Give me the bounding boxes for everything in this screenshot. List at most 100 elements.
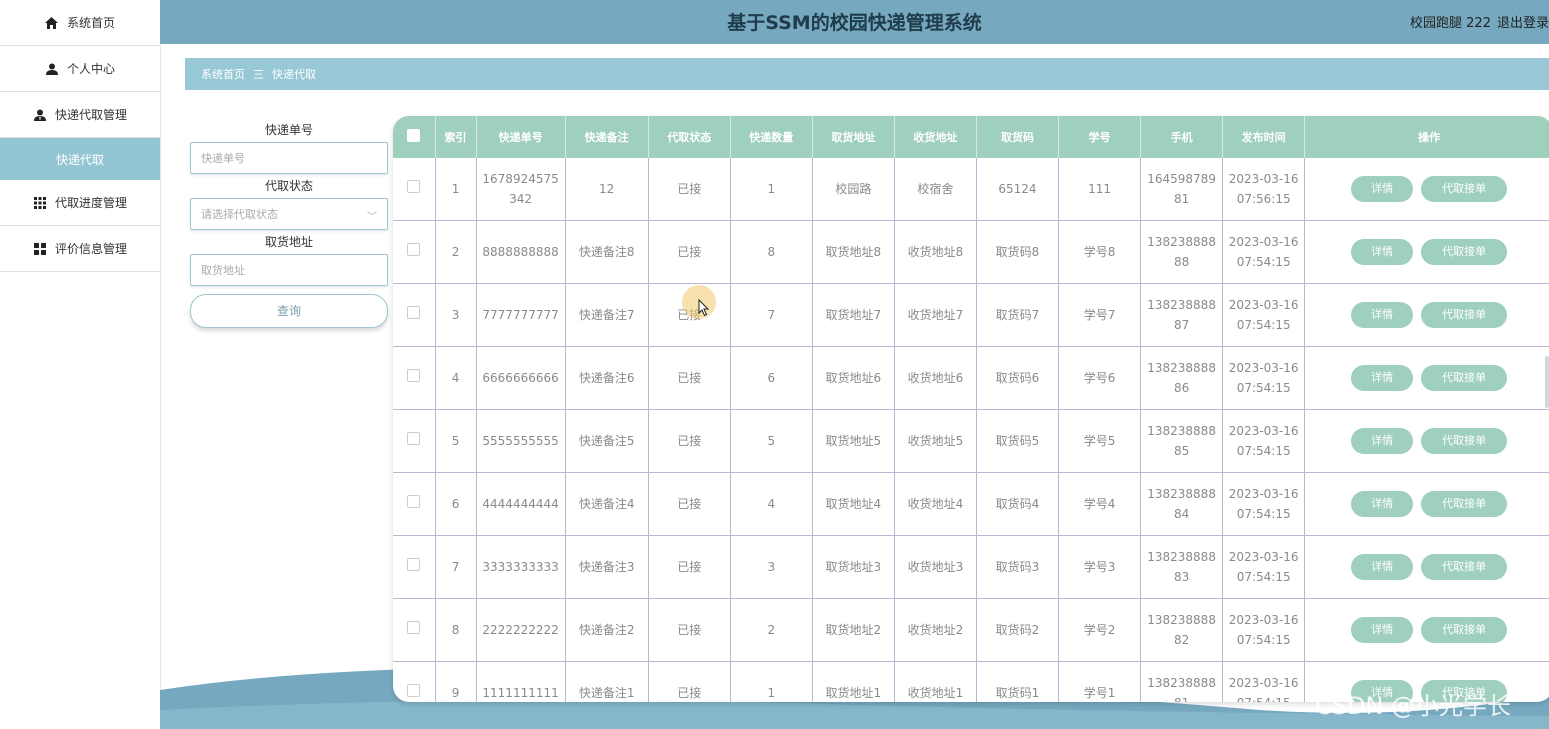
take-order-button[interactable]: 代取接单: [1421, 617, 1508, 643]
select-all-cell[interactable]: [393, 116, 436, 158]
quantity-cell: 2: [730, 598, 813, 662]
actions-cell: 详情 代取接单: [1304, 346, 1549, 410]
watermark-text: CSDN @小光学长: [1315, 692, 1512, 720]
sidebar-item-label: 快递代取管理: [54, 108, 127, 122]
take-order-button[interactable]: 代取接单: [1421, 554, 1508, 580]
home-icon: [45, 16, 59, 30]
tiles-icon: [33, 242, 47, 256]
phone-cell: 138238888 82: [1140, 598, 1224, 662]
pickup-code-cell: 取货码8: [976, 220, 1060, 284]
row-checkbox[interactable]: [407, 432, 421, 445]
actions-cell: 详情 代取接单: [1304, 472, 1549, 536]
phone-number-cont: 86: [1173, 381, 1190, 395]
publish-time-cell: 2023-03-16 07:54:15: [1222, 535, 1306, 599]
publish-time-cell: 2023-03-16 07:54:15: [1222, 283, 1306, 347]
detail-button[interactable]: 详情: [1351, 302, 1414, 328]
tracking-number: 2222222222: [482, 623, 559, 637]
query-button[interactable]: 查询: [190, 294, 388, 328]
row-select-cell[interactable]: [393, 220, 436, 284]
column-header: 索引: [435, 116, 477, 158]
table-row: 6 4444444444 快递备注4 已接 4 取货地址4 收货地址4 取货码4 学号4 1382…: [393, 472, 1549, 536]
phone-number-cont: 88: [1173, 255, 1190, 269]
row-select-cell[interactable]: [393, 661, 436, 702]
note-cell: 快递备注3: [565, 535, 649, 599]
detail-button[interactable]: 详情: [1351, 491, 1414, 517]
quantity-cell: 3: [730, 535, 813, 599]
sidebar-item-label: 评价信息管理: [54, 242, 127, 256]
row-checkbox[interactable]: [407, 558, 421, 571]
index-cell: 8: [435, 598, 477, 662]
detail-button[interactable]: 详情: [1351, 617, 1414, 643]
mouse-pointer-icon: [698, 299, 710, 317]
index-cell: 6: [435, 472, 477, 536]
detail-button[interactable]: 详情: [1351, 428, 1414, 454]
row-checkbox[interactable]: [407, 243, 421, 256]
status-cell: 已接: [648, 598, 731, 662]
row-checkbox[interactable]: [407, 306, 421, 319]
row-select-cell[interactable]: [393, 472, 436, 536]
row-checkbox[interactable]: [407, 180, 421, 193]
sidebar-item-profile[interactable]: 个人中心: [0, 46, 160, 92]
take-order-button[interactable]: 代取接单: [1421, 302, 1508, 328]
sidebar-item-label: 代取进度管理: [54, 196, 127, 210]
take-order-button[interactable]: 代取接单: [1421, 176, 1508, 202]
tracking-label: 快递单号: [264, 123, 313, 137]
pickup-address-cell: 取货地址3: [812, 535, 895, 599]
take-order-button[interactable]: 代取接单: [1421, 491, 1508, 517]
phone-number-cont: 81: [1174, 696, 1189, 702]
logout-link[interactable]: 退出登录: [1497, 16, 1549, 31]
pickup-code-cell: 取货码6: [976, 346, 1060, 410]
scrollbar[interactable]: [1545, 356, 1549, 408]
status-select[interactable]: 请选择代取状态 ﹀: [190, 198, 388, 230]
breadcrumb-home[interactable]: 系统首页: [201, 66, 245, 82]
pickup-code-cell: 取货码5: [976, 409, 1060, 473]
select-all-checkbox[interactable]: [407, 129, 421, 142]
phone-cell: 164598789 81: [1140, 158, 1224, 221]
row-checkbox[interactable]: [407, 684, 421, 697]
sidebar-item-review-management[interactable]: 评价信息管理: [0, 226, 160, 272]
detail-button[interactable]: 详情: [1351, 554, 1414, 580]
row-select-cell[interactable]: [393, 598, 436, 662]
publish-time: 07:54:15: [1236, 381, 1291, 395]
take-order-button[interactable]: 代取接单: [1421, 239, 1508, 265]
address-label: 取货地址: [264, 235, 313, 249]
take-order-button[interactable]: 代取接单: [1421, 365, 1508, 391]
status-cell: 已接: [648, 535, 731, 599]
row-checkbox[interactable]: [407, 495, 421, 508]
phone-number-cont: 85: [1173, 444, 1190, 458]
row-checkbox[interactable]: [407, 369, 421, 382]
note-cell: 快递备注4: [565, 472, 649, 536]
row-select-cell[interactable]: [393, 346, 436, 410]
sidebar-item-delivery-pickup[interactable]: 快递代取: [0, 138, 160, 180]
tracking-number: 1111111111: [482, 686, 559, 700]
tracking-input[interactable]: 快递单号: [190, 142, 388, 174]
sidebar-item-home[interactable]: 系统首页: [0, 0, 160, 46]
pickup-address-cell: 取货地址4: [812, 472, 895, 536]
publish-date: 2023-03-16: [1228, 361, 1299, 375]
take-order-button[interactable]: 代取接单: [1421, 428, 1508, 454]
column-header: 学号: [1058, 116, 1142, 158]
row-select-cell[interactable]: [393, 283, 436, 347]
publish-time-cell: 2023-03-16 07:54:15: [1222, 220, 1306, 284]
row-select-cell[interactable]: [393, 158, 436, 221]
tracking-number: 5555555555: [482, 434, 559, 448]
note-cell: 快递备注7: [565, 283, 649, 347]
pickup-code-cell: 取货码3: [976, 535, 1060, 599]
row-checkbox[interactable]: [407, 621, 421, 634]
publish-time-cell: 2023-03-16 07:54:15: [1222, 346, 1306, 410]
sidebar-item-delivery-management[interactable]: 快递代取管理: [0, 92, 160, 138]
app-title: 基于SSM的校园快递管理系统: [727, 12, 982, 34]
row-select-cell[interactable]: [393, 535, 436, 599]
quantity-cell: 6: [730, 346, 813, 410]
index-cell: 3: [435, 283, 477, 347]
pickup-code-cell: 取货码1: [976, 661, 1060, 702]
detail-button[interactable]: 详情: [1351, 176, 1414, 202]
status-label: 代取状态: [264, 179, 313, 193]
note-cell: 快递备注5: [565, 409, 649, 473]
sidebar-item-progress-management[interactable]: 代取进度管理: [0, 180, 160, 226]
address-input[interactable]: 取货地址: [190, 254, 388, 286]
quantity-cell: 5: [730, 409, 813, 473]
detail-button[interactable]: 详情: [1351, 239, 1414, 265]
detail-button[interactable]: 详情: [1351, 365, 1414, 391]
row-select-cell[interactable]: [393, 409, 436, 473]
